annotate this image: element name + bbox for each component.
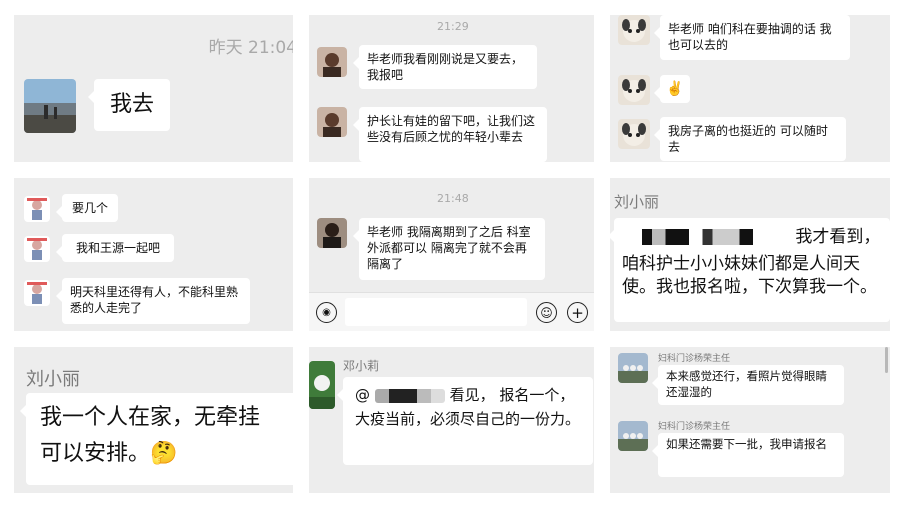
- avatar-beach[interactable]: [24, 79, 76, 133]
- message-bubble[interactable]: 明天科里还得有人，不能科里熟悉的人走完了: [56, 278, 250, 324]
- message-text: 毕老师 咱们科在要抽调的话 我也可以去的: [668, 22, 832, 53]
- redacted-name: [374, 388, 445, 403]
- message-bubble[interactable]: 我去: [88, 79, 170, 131]
- message-text: 我一个人在家，无牵挂: [40, 405, 261, 430]
- chat-panel-1: 昨天 21:04 我去: [14, 15, 293, 162]
- user-avatar-icon: [323, 223, 341, 248]
- voice-icon[interactable]: ◉: [316, 302, 337, 323]
- avatar-badge[interactable]: [24, 280, 50, 306]
- message-first-line: @ 看见， 报名一个，: [355, 385, 581, 405]
- message-bubble[interactable]: 我和王源一起吧: [56, 234, 174, 262]
- input-bar: ◉ ☺ +: [309, 292, 594, 331]
- timestamp: 昨天 21:04: [208, 38, 293, 58]
- message-first-line: 我才看到，: [622, 226, 882, 249]
- cartoon-dog-icon: [622, 79, 646, 102]
- avatar-cartoon[interactable]: [618, 119, 650, 149]
- message-bubble[interactable]: @ 看见， 报名一个， 大疫当前，必须尽自己的一份力。: [337, 377, 593, 465]
- cartoon-dog-icon: [622, 123, 646, 146]
- message-text: 可以安排。: [40, 440, 151, 466]
- message-text: 我去: [109, 92, 154, 118]
- message-bubble[interactable]: 护长让有娃的留下吧，让我们这些没有后顾之忧的年轻小辈去: [353, 107, 547, 162]
- message-bubble[interactable]: 我才看到， 咱科护士小小妹妹们都是人间天使。我也报名啦，下次算我一个。: [610, 218, 890, 322]
- group-photo-icon: [618, 365, 648, 383]
- group-photo-icon: [618, 433, 648, 451]
- avatar-cartoon[interactable]: [618, 15, 650, 45]
- sender-name: 邓小莉: [343, 359, 380, 373]
- sender-name: 妇科门诊杨荣主任: [658, 422, 731, 432]
- message-text: 明天科里还得有人，不能科里熟悉的人走完了: [70, 285, 239, 316]
- message-bubble[interactable]: 毕老师 咱们科在要抽调的话 我也可以去的: [654, 15, 850, 60]
- message-text: 毕老师我看刚刚说是又要去，我报吧: [367, 52, 524, 83]
- chat-panel-9: 妇科门诊杨荣主任 本来感觉还行，看照片觉得眼睛还湿湿的 妇科门诊杨荣主任 如果还…: [610, 347, 890, 493]
- chat-panel-6: 刘小丽 我才看到， 咱科护士小小妹妹们都是人间天使。我也报名啦，下次算我一个。: [610, 178, 890, 331]
- timestamp: 21:48: [437, 192, 469, 205]
- message-bubble[interactable]: 我一个人在家，无牵挂 可以安排。🤔: [20, 393, 293, 485]
- message-second-line: 可以安排。🤔: [40, 439, 293, 469]
- message-text: 如果还需要下一批，我申请报名: [666, 437, 827, 451]
- message-text: 咱科护士小小妹妹们都是人间天使。我也报名啦，下次算我一个。: [622, 253, 877, 297]
- chat-panel-5: 21:48 毕老师 我隔离期到了之后 科室外派都可以 隔离完了就不会再隔离了 ◉…: [309, 178, 594, 331]
- message-text: 我房子离的也挺近的 可以随时去: [668, 124, 828, 155]
- message-bubble[interactable]: 如果还需要下一批，我申请报名: [652, 433, 844, 477]
- avatar-group-photo[interactable]: [618, 353, 648, 383]
- avatar-group-photo[interactable]: [618, 421, 648, 451]
- scrollbar[interactable]: [885, 347, 888, 373]
- message-bubble[interactable]: 要几个: [56, 194, 118, 222]
- chat-panel-3: 毕老师 咱们科在要抽调的话 我也可以去的 ✌️ 我房子离的也挺近的 可以随时去: [610, 15, 890, 162]
- message-input[interactable]: [345, 298, 527, 326]
- message-text: 要几个: [71, 200, 108, 215]
- timestamp: 21:29: [437, 20, 469, 33]
- mention-at: @: [355, 386, 370, 404]
- thinking-face-icon: 🤔: [150, 440, 178, 466]
- user-avatar-icon: [323, 113, 341, 137]
- chat-panel-8: 邓小莉 @ 看见， 报名一个， 大疫当前，必须尽自己的一份力。: [309, 347, 594, 493]
- chat-panel-2: 21:29 毕老师我看刚刚说是又要去，我报吧 护长让有娃的留下吧，让我们这些没有…: [309, 15, 594, 162]
- message-text: 我和王源一起吧: [75, 240, 160, 255]
- avatar-cartoon[interactable]: [618, 75, 650, 105]
- hospital-badge-icon: [27, 198, 47, 220]
- chat-panel-4: 要几个 我和王源一起吧 明天科里还得有人，不能科里熟悉的人走完了: [14, 178, 293, 331]
- hospital-badge-icon: [27, 238, 47, 260]
- cartoon-dog-icon: [622, 19, 646, 42]
- sender-name: 刘小丽: [26, 369, 80, 390]
- hospital-badge-icon: [27, 282, 47, 304]
- avatar-girl[interactable]: [317, 107, 347, 137]
- victory-emoji: ✌️: [666, 80, 684, 97]
- message-bubble[interactable]: 毕老师 我隔离期到了之后 科室外派都可以 隔离完了就不会再隔离了: [353, 218, 545, 280]
- message-bubble[interactable]: 毕老师我看刚刚说是又要去，我报吧: [353, 45, 537, 90]
- avatar-girl[interactable]: [317, 47, 347, 77]
- message-text: 本来感觉还行，看照片觉得眼睛还湿湿的: [666, 369, 827, 399]
- chat-panel-7: 刘小丽 我一个人在家，无牵挂 可以安排。🤔: [14, 347, 293, 493]
- beach-photo-icon: [24, 79, 76, 133]
- user-avatar-icon: [323, 53, 341, 77]
- redacted-name: [622, 229, 790, 245]
- avatar-girl-glasses[interactable]: [317, 218, 347, 248]
- plus-icon[interactable]: +: [567, 302, 588, 323]
- message-text: 我才看到，: [795, 227, 881, 247]
- message-text: 看见， 报名一个，: [449, 386, 575, 404]
- sender-name: 刘小丽: [614, 193, 660, 211]
- message-text: 护长让有娃的留下吧，让我们这些没有后顾之忧的年轻小辈去: [367, 114, 536, 145]
- emoji-icon[interactable]: ☺: [536, 302, 557, 323]
- sender-name: 妇科门诊杨荣主任: [658, 354, 731, 364]
- avatar-badge[interactable]: [24, 196, 50, 222]
- flower-photo-icon: [309, 375, 335, 409]
- avatar-flower[interactable]: [309, 361, 335, 409]
- message-text: 毕老师 我隔离期到了之后 科室外派都可以 隔离完了就不会再隔离了: [367, 225, 531, 272]
- message-bubble[interactable]: 本来感觉还行，看照片觉得眼睛还湿湿的: [652, 365, 844, 405]
- message-bubble[interactable]: 我房子离的也挺近的 可以随时去: [654, 117, 846, 161]
- avatar-badge[interactable]: [24, 236, 50, 262]
- message-text: 大疫当前，必须尽自己的一份力。: [355, 410, 581, 429]
- message-bubble[interactable]: ✌️: [654, 75, 690, 103]
